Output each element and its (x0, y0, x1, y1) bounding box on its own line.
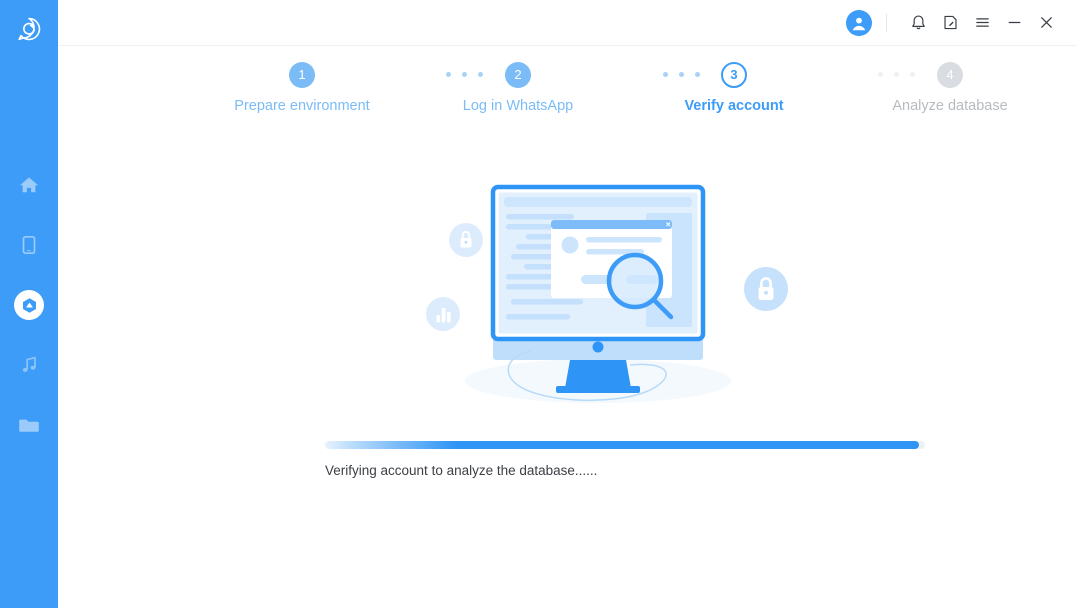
screen-titlebar (504, 197, 692, 207)
monitor-search-illustration (398, 175, 798, 420)
step-3[interactable]: 3 Verify account (634, 62, 834, 114)
sidebar (0, 0, 58, 608)
step-3-label: Verify account (684, 98, 784, 114)
menu-button[interactable] (967, 8, 997, 38)
music-note-icon (22, 356, 36, 372)
main-area: 1 Prepare environment 2 Log in WhatsApp … (58, 0, 1077, 608)
step-2-label: Log in WhatsApp (462, 98, 574, 114)
home-icon (20, 177, 38, 193)
sidebar-item-music[interactable] (0, 335, 58, 395)
sidebar-item-home[interactable] (0, 155, 58, 215)
step-1-number: 1 (289, 62, 315, 88)
step-4-label: Analyze database (892, 98, 1008, 114)
progress-section: Verifying account to analyze the databas… (325, 441, 925, 478)
close-icon (1040, 17, 1052, 28)
folder-icon (19, 419, 39, 432)
hamburger-menu-icon (975, 18, 989, 27)
titlebar-divider (886, 13, 887, 32)
progress-bar-track (325, 441, 925, 449)
notifications-button[interactable] (903, 8, 933, 38)
step-1-label: Prepare environment (234, 98, 370, 114)
monitor-power-dot (592, 341, 604, 353)
title-bar (58, 0, 1077, 46)
sidebar-item-files[interactable] (0, 395, 58, 455)
minimize-icon (1008, 21, 1020, 24)
app-logo (0, 8, 58, 50)
stepper: 1 Prepare environment 2 Log in WhatsApp … (116, 62, 1019, 142)
step-1[interactable]: 1 Prepare environment (202, 62, 402, 114)
monitor-stand (565, 360, 631, 388)
illustration-svg (426, 184, 788, 403)
progress-bar-fill (325, 441, 919, 449)
avatar[interactable] (846, 9, 872, 36)
monitor-base (556, 386, 640, 393)
step-3-number: 3 (721, 62, 747, 88)
note-edit-icon (943, 15, 957, 30)
lock-badge-small (449, 223, 483, 257)
sidebar-active-bubble (14, 290, 44, 320)
chart-badge (426, 297, 460, 331)
sidebar-item-device[interactable] (0, 215, 58, 275)
feedback-button[interactable] (935, 8, 965, 38)
sidebar-item-recover[interactable] (0, 275, 58, 335)
phone-icon (22, 235, 36, 255)
close-button[interactable] (1031, 8, 1061, 38)
chat-bubble-refresh-logo-icon (18, 17, 41, 41)
lock-badge-large (744, 267, 788, 311)
user-avatar-icon (852, 17, 866, 30)
bell-icon (911, 15, 925, 30)
step-2[interactable]: 2 Log in WhatsApp (418, 62, 618, 114)
step-4-number: 4 (937, 62, 963, 88)
progress-status-text: Verifying account to analyze the databas… (325, 463, 598, 478)
app-window: 1 Prepare environment 2 Log in WhatsApp … (0, 0, 1077, 608)
step-4[interactable]: 4 Analyze database (850, 62, 1050, 114)
recover-cloud-icon (22, 297, 36, 313)
step-2-number: 2 (505, 62, 531, 88)
sidebar-nav (0, 155, 58, 455)
minimize-button[interactable] (999, 8, 1029, 38)
